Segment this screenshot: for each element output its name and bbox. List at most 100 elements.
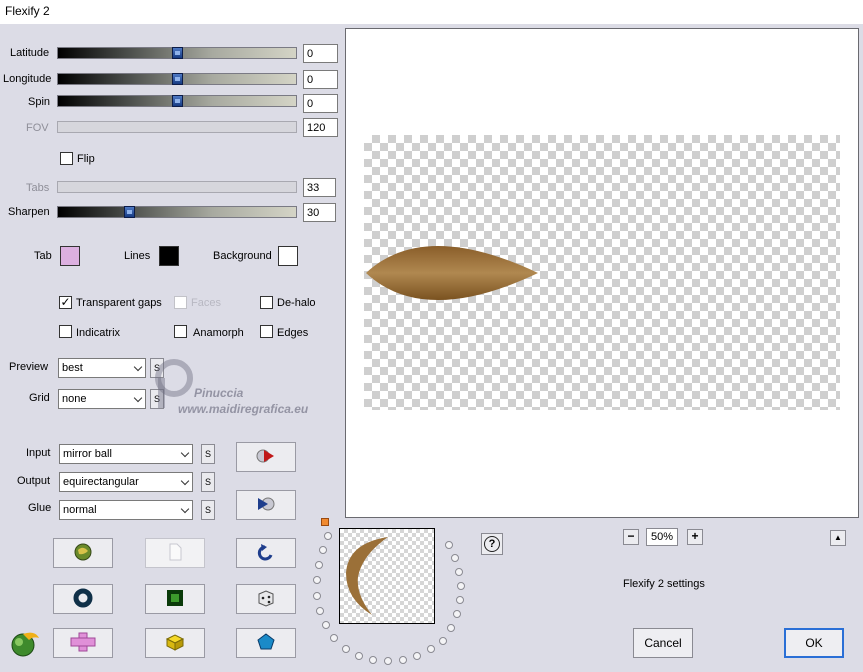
chevron-down-icon [133, 362, 143, 372]
input-select[interactable]: mirror ball [59, 444, 193, 464]
spin-slider[interactable] [57, 95, 297, 107]
glue-select[interactable]: normal [59, 500, 193, 520]
preset-slot[interactable] [399, 656, 407, 664]
longitude-slider[interactable] [57, 73, 297, 85]
zoom-out-button[interactable]: − [623, 529, 639, 545]
preset-slot[interactable] [315, 561, 323, 569]
preview-select[interactable]: best [58, 358, 146, 378]
copy-button [145, 538, 205, 568]
cross-button[interactable] [53, 628, 113, 658]
tabs-input[interactable]: 33 [303, 178, 336, 197]
random-globe-button[interactable] [53, 538, 113, 568]
indicatrix-label: Indicatrix [76, 327, 121, 339]
preset-slot[interactable] [427, 645, 435, 653]
lines-color-label: Lines [124, 250, 151, 262]
transparent-gaps-checkbox[interactable]: ✓ [59, 296, 72, 309]
spin-input[interactable]: 0 [303, 94, 338, 113]
background-color-swatch[interactable] [278, 246, 298, 266]
fov-input[interactable]: 120 [303, 118, 338, 137]
preview-canvas[interactable] [345, 28, 859, 518]
fov-slider [57, 121, 297, 133]
grid-select[interactable]: none [58, 389, 146, 409]
faces-checkbox [174, 296, 187, 309]
de-halo-label: De-halo [277, 297, 316, 309]
flip-label: Flip [77, 153, 95, 165]
preset-slot[interactable] [445, 541, 453, 549]
preset-slot[interactable] [455, 568, 463, 576]
frame-button[interactable] [145, 584, 205, 614]
globe-icon [73, 542, 93, 565]
spin-label: Spin [28, 96, 51, 108]
longitude-thumb[interactable] [172, 73, 183, 85]
play-button[interactable] [236, 442, 296, 472]
preset-slot[interactable] [313, 592, 321, 600]
preset-slot[interactable] [439, 637, 447, 645]
settings-name-label: Flexify 2 settings [623, 578, 705, 590]
preset-slot[interactable] [369, 656, 377, 664]
preset-slot[interactable] [319, 546, 327, 554]
glue-s-button[interactable]: S [201, 500, 215, 520]
dice-icon [256, 588, 276, 611]
tab-color-label: Tab [34, 250, 52, 262]
help-button[interactable]: ? [481, 533, 503, 555]
preset-slot[interactable] [355, 652, 363, 660]
tab-color-swatch[interactable] [60, 246, 80, 266]
ok-button[interactable]: OK [784, 628, 844, 658]
preset-slot[interactable] [313, 576, 321, 584]
help-icon: ? [484, 536, 500, 552]
watermark-name: Pinuccia [194, 386, 244, 400]
preset-slot[interactable] [384, 657, 392, 665]
spin-thumb[interactable] [172, 95, 183, 107]
ring-button[interactable] [53, 584, 113, 614]
frame-icon [165, 588, 185, 611]
tabs-label: Tabs [26, 182, 50, 194]
sharpen-slider[interactable] [57, 206, 297, 218]
edges-checkbox[interactable] [260, 325, 273, 338]
edges-label: Edges [277, 327, 309, 339]
preset-slot[interactable] [342, 645, 350, 653]
preset-slot[interactable] [453, 610, 461, 618]
preset-slot[interactable] [324, 532, 332, 540]
animate-button[interactable] [236, 490, 296, 520]
preview-label: Preview [9, 361, 49, 373]
polyhedron-button[interactable] [236, 628, 296, 658]
chevron-down-icon [180, 504, 190, 514]
output-s-button[interactable]: S [201, 472, 215, 492]
play-arrow-icon [255, 447, 277, 468]
sharpen-thumb[interactable] [124, 206, 135, 218]
latitude-thumb[interactable] [172, 47, 183, 59]
background-color-label: Background [213, 250, 272, 262]
lines-color-swatch[interactable] [159, 246, 179, 266]
zoom-in-button[interactable]: + [687, 529, 703, 545]
flip-checkbox[interactable] [60, 152, 73, 165]
preset-slot[interactable] [330, 634, 338, 642]
sharpen-input[interactable]: 30 [303, 203, 336, 222]
preset-slot[interactable] [456, 596, 464, 604]
cancel-button[interactable]: Cancel [633, 628, 693, 658]
preset-slot[interactable] [447, 624, 455, 632]
anamorph-checkbox[interactable] [174, 325, 187, 338]
preset-slot[interactable] [457, 582, 465, 590]
expand-button[interactable]: ▲ [830, 530, 846, 546]
latitude-input[interactable]: 0 [303, 44, 338, 63]
undo-button[interactable] [236, 538, 296, 568]
zoom-level: 50% [646, 528, 678, 546]
longitude-input[interactable]: 0 [303, 70, 338, 89]
cross-grid-icon [70, 632, 96, 655]
latitude-slider[interactable] [57, 47, 297, 59]
de-halo-checkbox[interactable] [260, 296, 273, 309]
preset-slot[interactable] [322, 621, 330, 629]
tabs-slider [57, 181, 297, 193]
cube-button[interactable] [145, 628, 205, 658]
output-select-value: equirectangular [63, 476, 139, 488]
output-select[interactable]: equirectangular [59, 472, 193, 492]
thumbnail-preview[interactable] [339, 528, 435, 624]
preset-slot[interactable] [451, 554, 459, 562]
indicatrix-checkbox[interactable] [59, 325, 72, 338]
animation-arrow-icon [255, 495, 277, 516]
undo-icon [256, 542, 276, 565]
preset-slot[interactable] [413, 652, 421, 660]
input-s-button[interactable]: S [201, 444, 215, 464]
preset-slot[interactable] [316, 607, 324, 615]
dice-button[interactable] [236, 584, 296, 614]
